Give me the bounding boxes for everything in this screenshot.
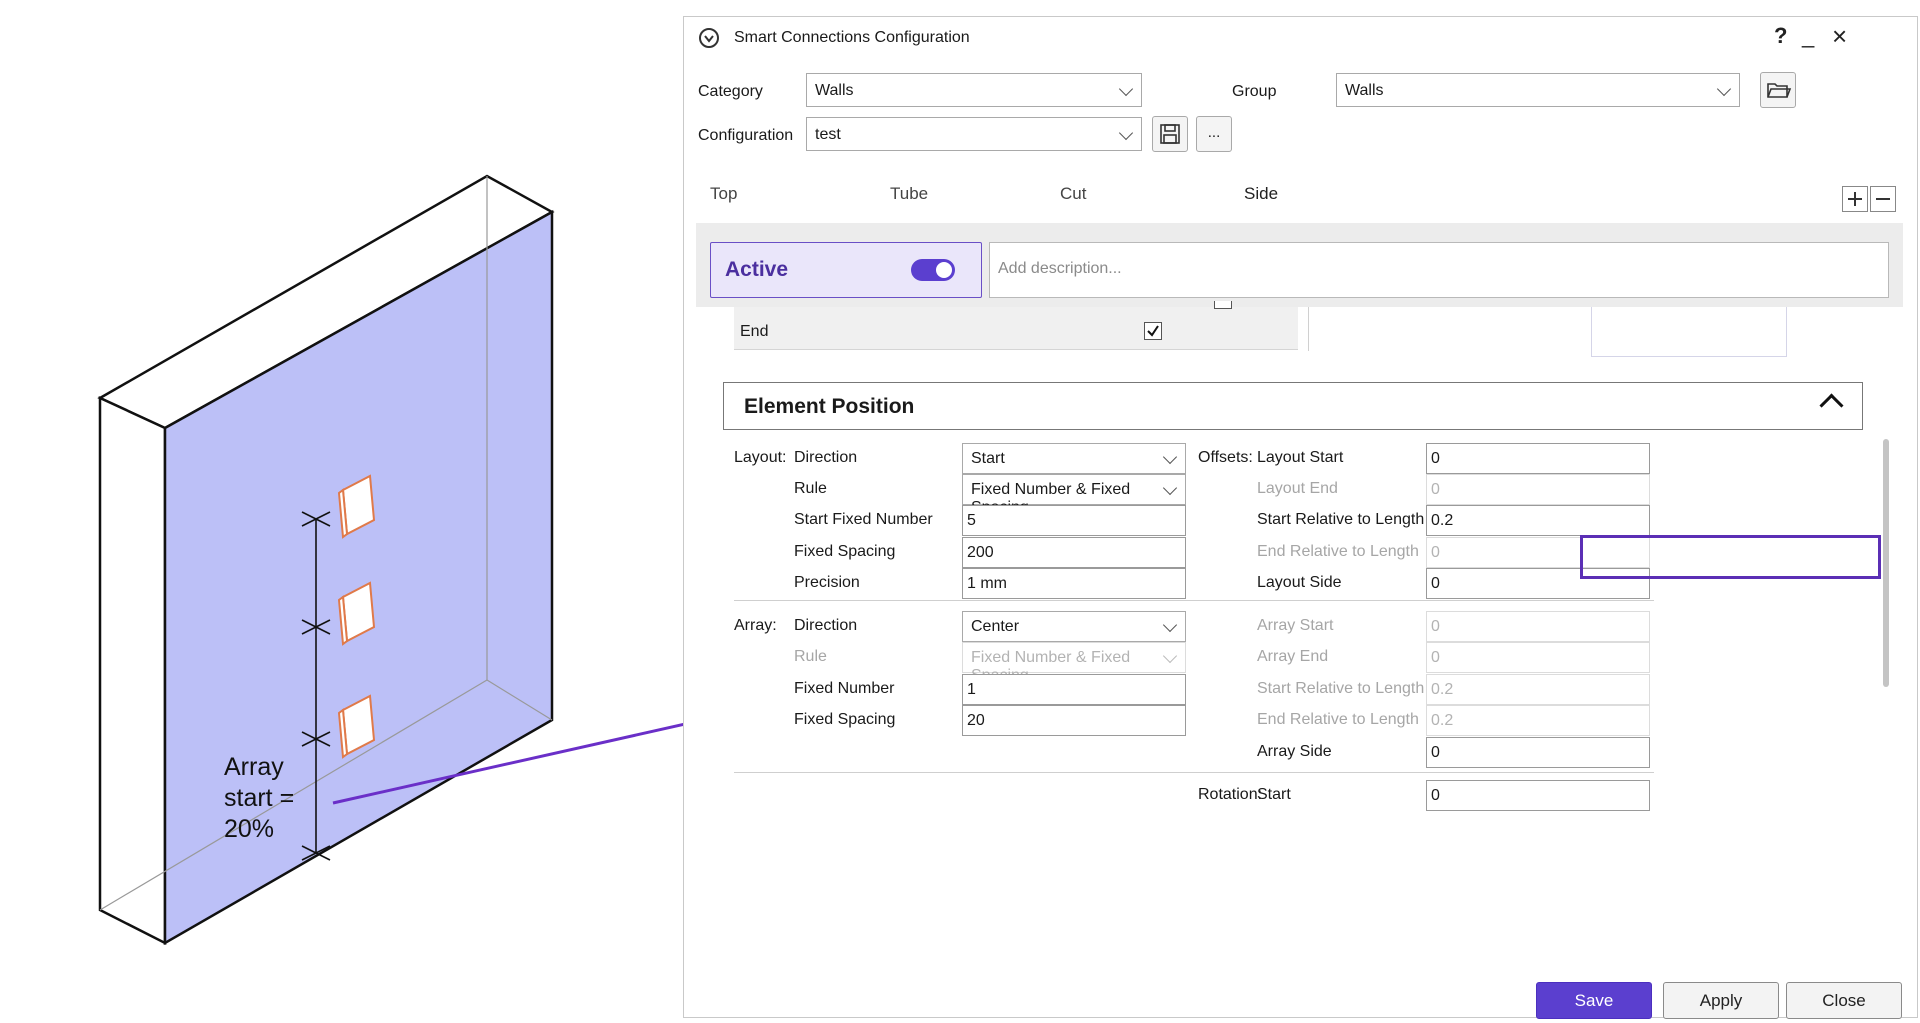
- scrollbar[interactable]: [1883, 439, 1889, 687]
- layout-direction-label: Direction: [794, 449, 858, 466]
- array-start-input: 0: [1426, 611, 1650, 642]
- start-fixed-number-label: Start Fixed Number: [794, 511, 933, 528]
- chevron-down-icon: [1162, 617, 1178, 633]
- close-button[interactable]: Close: [1786, 982, 1902, 1019]
- layout-side-label: Layout Side: [1257, 574, 1342, 591]
- active-toggle[interactable]: [911, 259, 955, 281]
- array-group-label: Array:: [734, 617, 777, 634]
- layout-end-label: Layout End: [1257, 480, 1338, 497]
- rotation-group-label: Rotation:: [1198, 786, 1263, 803]
- configuration-value: test: [815, 126, 841, 143]
- category-value: Walls: [815, 82, 854, 99]
- array-start-label: Array start = 20%: [224, 753, 295, 843]
- layout-group-label: Layout:: [734, 449, 787, 466]
- configuration-label: Configuration: [698, 127, 794, 144]
- remove-tab-button[interactable]: [1870, 186, 1896, 212]
- layout-direction-select[interactable]: Start: [962, 443, 1186, 474]
- precision-label: Precision: [794, 574, 860, 591]
- array-side-label: Array Side: [1257, 743, 1332, 760]
- array-direction-value: Center: [971, 618, 1020, 635]
- offsets-group-label: Offsets:: [1198, 449, 1253, 466]
- layout-start-input[interactable]: 0: [1426, 443, 1650, 474]
- precision-input[interactable]: 1 mm: [962, 568, 1186, 599]
- minimize-icon[interactable]: _: [1802, 23, 1814, 49]
- highlight-frame: [1580, 535, 1881, 579]
- description-field[interactable]: [989, 242, 1889, 298]
- array-start-relative-label: Start Relative to Length: [1257, 680, 1425, 697]
- apply-button[interactable]: Apply: [1663, 982, 1779, 1019]
- chevron-up-icon[interactable]: [1819, 393, 1844, 418]
- array-end-label: Array End: [1257, 648, 1329, 665]
- array-side-input[interactable]: 0: [1426, 737, 1650, 768]
- layout-start-label: Layout Start: [1257, 449, 1344, 466]
- end-checkbox[interactable]: [1144, 322, 1162, 340]
- group-label: Group: [1232, 83, 1277, 100]
- add-tab-button[interactable]: [1842, 186, 1868, 212]
- array-rule-select: Fixed Number & Fixed Spacing: [962, 642, 1186, 684]
- group-select[interactable]: Walls: [1336, 73, 1740, 107]
- fixed-spacing-label: Fixed Spacing: [794, 543, 896, 560]
- array-start-relative-input: 0.2: [1426, 674, 1650, 705]
- end-row: End: [734, 315, 1298, 350]
- active-label: Active: [725, 258, 789, 281]
- active-panel: Active: [710, 242, 982, 298]
- open-folder-button[interactable]: [1760, 72, 1796, 108]
- chevron-down-icon: [1162, 449, 1178, 465]
- save-config-button[interactable]: [1152, 116, 1188, 152]
- array-end-relative-input: 0.2: [1426, 705, 1650, 736]
- more-options-button[interactable]: ...: [1196, 116, 1232, 152]
- chevron-down-icon: [1716, 81, 1732, 97]
- fixed-spacing-input[interactable]: 200: [962, 537, 1186, 568]
- divider: [734, 600, 1654, 601]
- end-relative-length-label: End Relative to Length: [1257, 543, 1419, 560]
- help-icon[interactable]: ?: [1774, 23, 1787, 49]
- layout-rule-select[interactable]: Fixed Number & Fixed Spacing: [962, 474, 1186, 516]
- configuration-select[interactable]: test: [806, 117, 1142, 151]
- chevron-down-icon: [1118, 125, 1134, 141]
- category-select[interactable]: Walls: [806, 73, 1142, 107]
- smart-connections-logo-icon: [699, 28, 719, 48]
- wall-left-face: [98, 396, 167, 946]
- end-label: End: [740, 323, 769, 340]
- folder-open-icon: [1767, 83, 1792, 98]
- array-fixed-number-input[interactable]: 1: [962, 674, 1186, 705]
- start-fixed-number-input[interactable]: 5: [962, 505, 1186, 536]
- settings-scroll-area: End Element Position Layout: Direction S…: [696, 301, 1903, 949]
- array-end-relative-label: End Relative to Length: [1257, 711, 1419, 728]
- start-relative-length-input[interactable]: 0.2: [1426, 505, 1650, 536]
- rotation-start-label: Start: [1257, 786, 1291, 803]
- rotation-start-input[interactable]: 0: [1426, 780, 1650, 811]
- divider: [734, 772, 1654, 773]
- layout-direction-value: Start: [971, 450, 1005, 467]
- chevron-down-icon: [1118, 81, 1134, 97]
- floppy-disk-icon: [1160, 124, 1180, 144]
- save-button[interactable]: Save: [1536, 982, 1652, 1019]
- start-relative-length-label: Start Relative to Length: [1257, 511, 1425, 528]
- element-position-header[interactable]: Element Position: [723, 382, 1863, 430]
- array-rule-label: Rule: [794, 648, 827, 665]
- array-direction-select[interactable]: Center: [962, 611, 1186, 642]
- array-fixed-spacing-input[interactable]: 20: [962, 705, 1186, 736]
- array-fixed-spacing-label: Fixed Spacing: [794, 711, 896, 728]
- category-label: Category: [698, 83, 763, 100]
- layout-rule-label: Rule: [794, 480, 827, 497]
- smart-connections-dialog: Smart Connections Configuration ? _ × Ca…: [683, 16, 1918, 1018]
- layout-end-input: 0: [1426, 474, 1650, 505]
- section-title: Element Position: [744, 395, 915, 418]
- group-value: Walls: [1345, 82, 1384, 99]
- array-start-label: Array Start: [1257, 617, 1334, 634]
- array-end-input: 0: [1426, 642, 1650, 673]
- description-input[interactable]: [996, 259, 1880, 279]
- checkmark-icon: [1147, 325, 1159, 337]
- array-direction-label: Direction: [794, 617, 858, 634]
- window-title: Smart Connections Configuration: [734, 29, 970, 46]
- close-icon[interactable]: ×: [1832, 21, 1847, 52]
- array-fixed-number-label: Fixed Number: [794, 680, 895, 697]
- side-tab-content: Active End Element Position Layout:: [696, 223, 1903, 949]
